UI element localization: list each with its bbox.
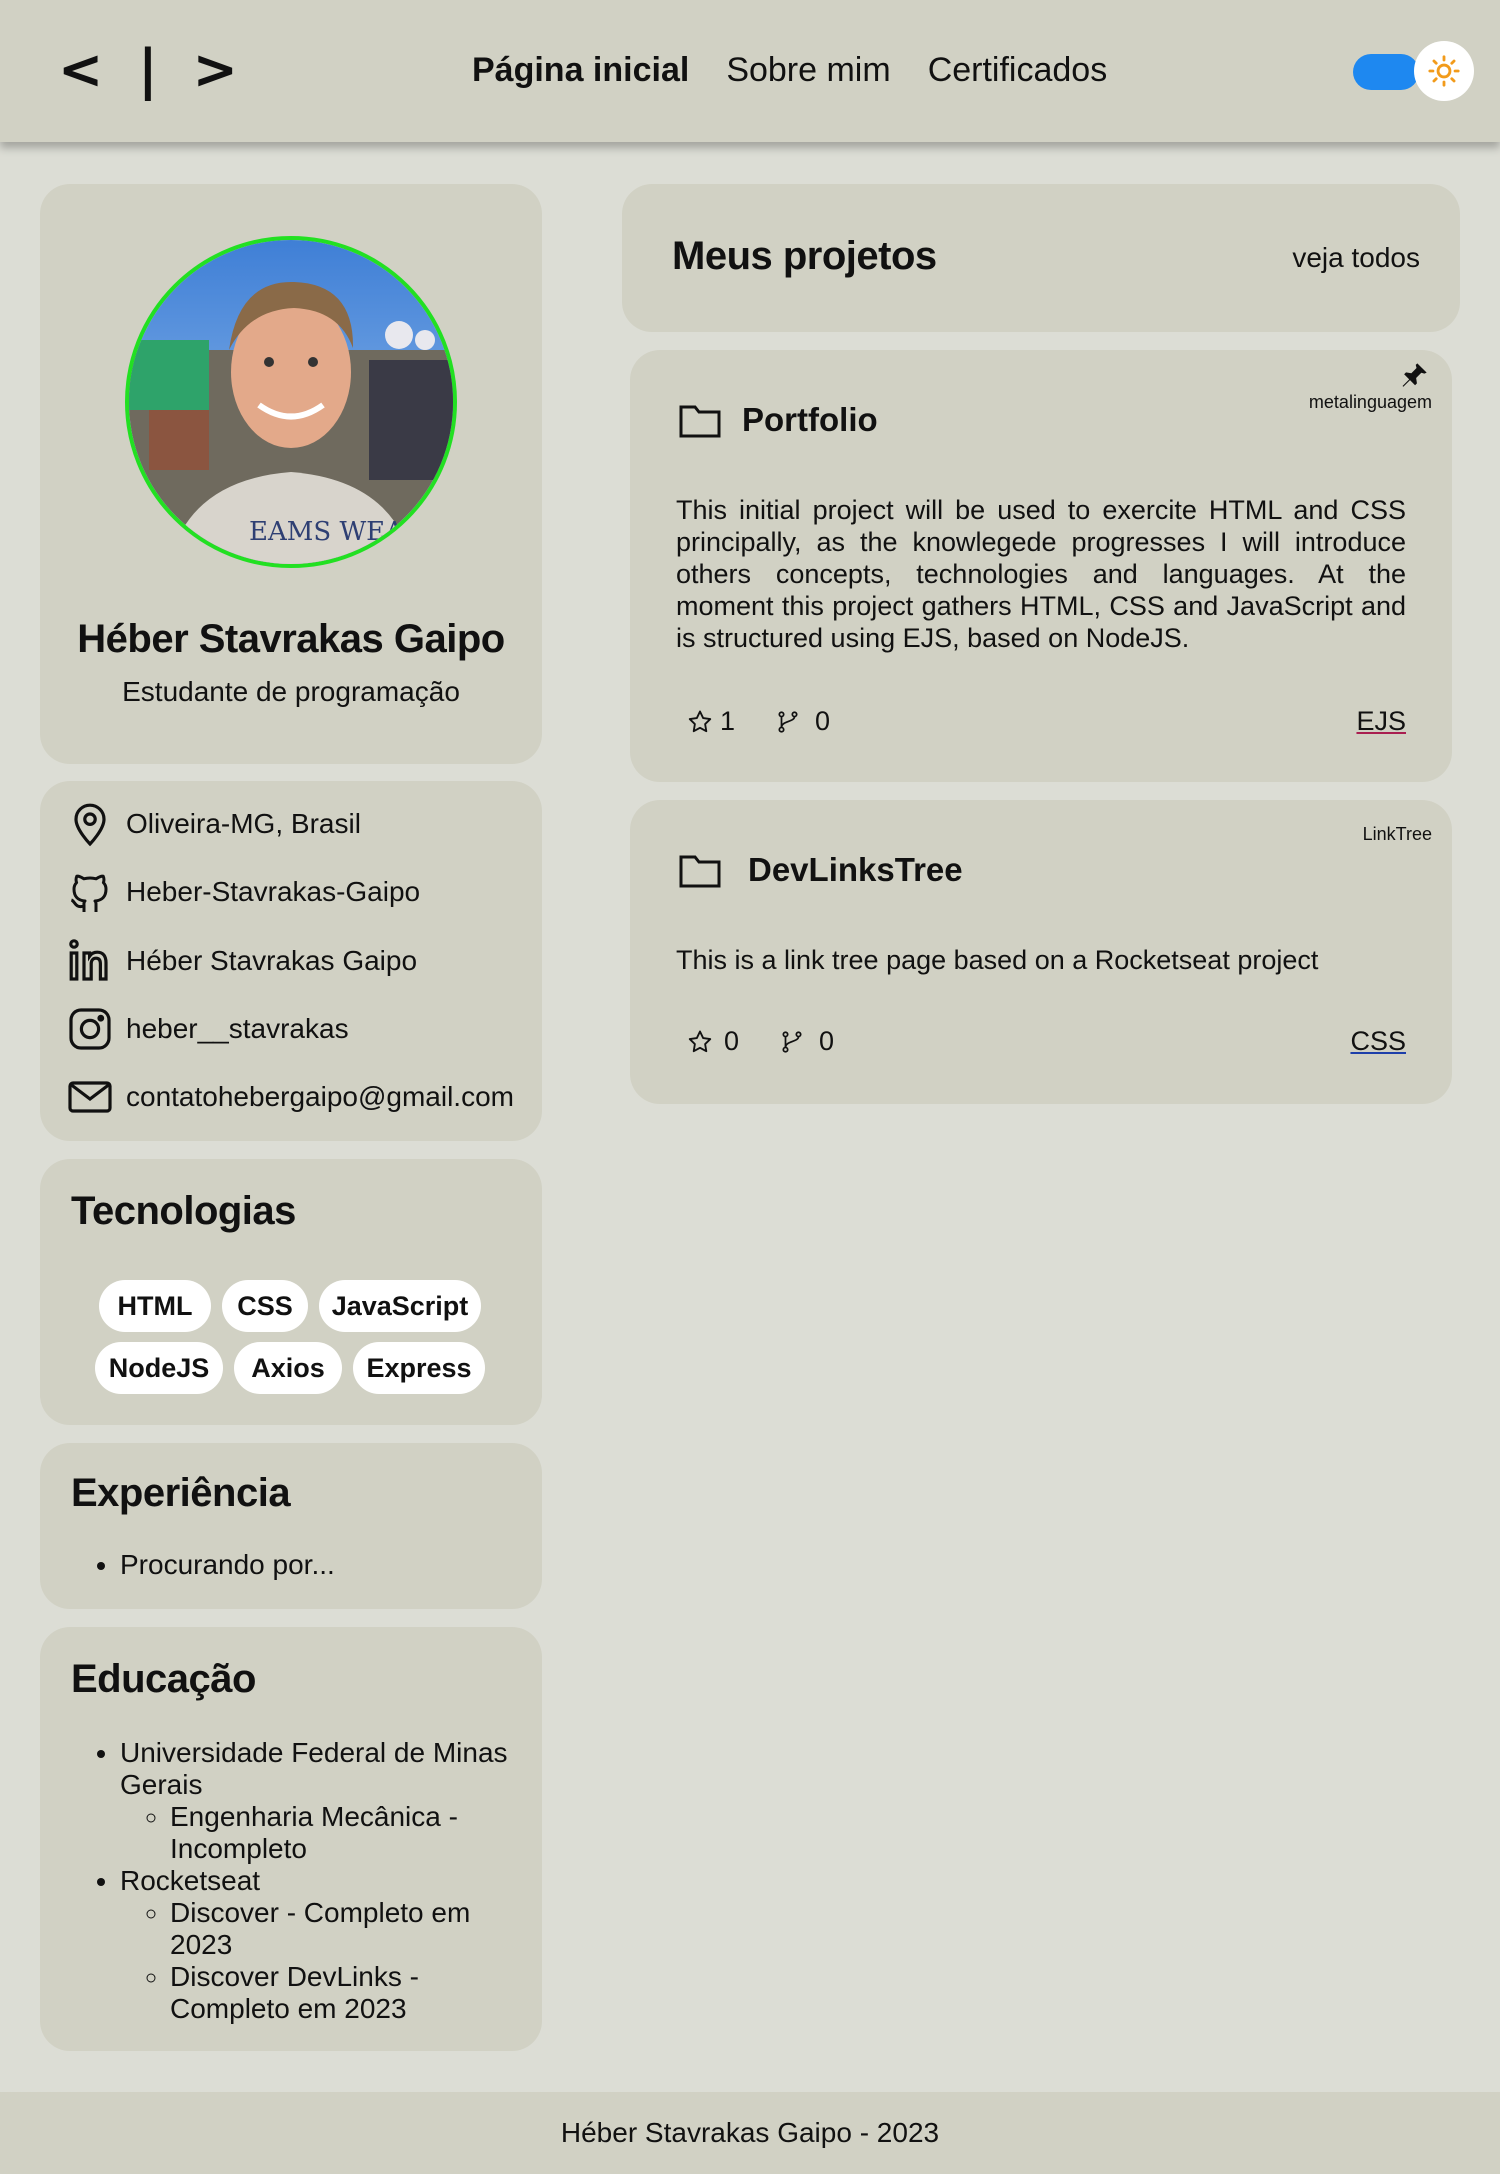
contact-email[interactable]: contatohebergaipo@gmail.com bbox=[66, 1072, 514, 1122]
contacts-card: Oliveira-MG, Brasil Heber-Stavrakas-Gaip… bbox=[40, 781, 542, 1141]
star-icon bbox=[688, 1030, 712, 1052]
instagram-icon bbox=[69, 1008, 111, 1050]
avatar-photo: EAMS WEA bbox=[129, 240, 453, 564]
list-item: Discover DevLinks - Completo em 2023 bbox=[170, 1961, 520, 2025]
education-institution: Universidade Federal de Minas Gerais bbox=[120, 1737, 508, 1800]
technologies-title: Tecnologias bbox=[71, 1189, 296, 1233]
repo-stats: 1 0 bbox=[686, 706, 830, 737]
star-icon bbox=[688, 710, 712, 732]
education-list: Universidade Federal de Minas Gerais Eng… bbox=[120, 1737, 520, 2025]
repo-name[interactable]: DevLinksTree bbox=[748, 851, 963, 889]
pin-icon bbox=[1402, 363, 1427, 387]
linkedin-icon bbox=[69, 939, 108, 981]
repo-title: DevLinksTree bbox=[676, 846, 963, 894]
github-icon bbox=[70, 874, 108, 912]
contact-instagram-text: heber__stavrakas bbox=[126, 1013, 349, 1044]
repo-stars: 1 bbox=[720, 706, 736, 736]
repo-card-devlinkstree[interactable]: LinkTree DevLinksTree This is a link tre… bbox=[630, 800, 1452, 1104]
repo-description: This is a link tree page based on a Rock… bbox=[676, 945, 1319, 975]
contact-location: Oliveira-MG, Brasil bbox=[66, 799, 361, 849]
tech-badge: JavaScript bbox=[319, 1280, 481, 1332]
list-item: Rocketseat Discover - Completo em 2023 D… bbox=[120, 1865, 520, 2025]
contact-instagram[interactable]: heber__stavrakas bbox=[66, 1004, 349, 1054]
avatar: EAMS WEA bbox=[125, 236, 457, 568]
theme-toggle-track[interactable] bbox=[1353, 54, 1419, 90]
fork-icon bbox=[782, 1030, 802, 1053]
theme-toggle-knob[interactable] bbox=[1414, 41, 1474, 101]
repo-language: CSS bbox=[1350, 1026, 1406, 1056]
mail-icon bbox=[68, 1081, 112, 1113]
experience-list: Procurando por... bbox=[120, 1549, 520, 1581]
nav-about[interactable]: Sobre mim bbox=[726, 48, 890, 92]
svg-text:EAMS WEA: EAMS WEA bbox=[249, 517, 405, 547]
contact-linkedin[interactable]: Héber Stavrakas Gaipo bbox=[66, 936, 417, 986]
contact-linkedin-text: Héber Stavrakas Gaipo bbox=[126, 945, 418, 976]
footer-text: Héber Stavrakas Gaipo - 2023 bbox=[560, 2117, 940, 2148]
tech-badge: Express bbox=[353, 1342, 485, 1394]
nav-certificates[interactable]: Certificados bbox=[928, 48, 1108, 92]
tech-badge: CSS bbox=[222, 1280, 308, 1332]
repo-stats: 0 0 bbox=[686, 1026, 834, 1057]
see-all-link[interactable]: veja todos bbox=[1292, 242, 1420, 274]
repo-card-portfolio[interactable]: metalinguagem Portfolio This initial pro… bbox=[630, 350, 1452, 782]
tech-badge: NodeJS bbox=[95, 1342, 223, 1394]
folder-icon bbox=[679, 855, 721, 888]
sun-icon bbox=[1428, 55, 1460, 87]
profile-name: Héber Stavrakas Gaipo bbox=[77, 617, 505, 661]
projects-title: Meus projetos bbox=[672, 234, 937, 278]
education-institution: Rocketseat bbox=[120, 1865, 261, 1896]
repo-language: EJS bbox=[1356, 706, 1406, 736]
repo-title: Portfolio bbox=[676, 396, 878, 444]
profile-role: Estudante de programação bbox=[122, 676, 460, 707]
repo-name[interactable]: Portfolio bbox=[742, 401, 878, 439]
tech-badge: HTML bbox=[99, 1280, 211, 1332]
technologies-card: Tecnologias HTML CSS JavaScript NodeJS A… bbox=[40, 1159, 542, 1425]
repo-topic-tag: LinkTree bbox=[1362, 824, 1432, 844]
education-card: Educação Universidade Federal de Minas G… bbox=[40, 1627, 542, 2051]
fork-icon bbox=[778, 710, 798, 733]
list-item: Discover - Completo em 2023 bbox=[170, 1897, 520, 1961]
repo-topic-tag: metalinguagem bbox=[1308, 392, 1432, 412]
contact-github-text: Heber-Stavrakas-Gaipo bbox=[126, 876, 421, 907]
list-item: Procurando por... bbox=[120, 1549, 520, 1581]
education-title: Educação bbox=[71, 1657, 256, 1701]
projects-header-card: Meus projetos veja todos bbox=[622, 184, 1460, 332]
list-item: Universidade Federal de Minas Gerais Eng… bbox=[120, 1737, 520, 1865]
contact-email-text: contatohebergaipo@gmail.com bbox=[126, 1081, 514, 1112]
main-nav: Página inicial Sobre mim Certificados bbox=[472, 48, 1107, 92]
top-header: < | > Página inicial Sobre mim Certifica… bbox=[0, 0, 1500, 142]
contact-github[interactable]: Heber-Stavrakas-Gaipo bbox=[66, 867, 420, 917]
repo-forks: 0 bbox=[819, 1026, 835, 1056]
tech-badge: Axios bbox=[234, 1342, 342, 1394]
experience-card: Experiência Procurando por... bbox=[40, 1443, 542, 1609]
site-logo[interactable]: < | > bbox=[58, 38, 246, 102]
list-item: Engenharia Mecânica - Incompleto bbox=[170, 1801, 520, 1865]
contact-location-text: Oliveira-MG, Brasil bbox=[126, 808, 361, 839]
repo-stars: 0 bbox=[724, 1026, 740, 1056]
repo-forks: 0 bbox=[815, 706, 831, 736]
location-pin-icon bbox=[74, 803, 106, 847]
page-footer: Héber Stavrakas Gaipo - 2023 bbox=[0, 2092, 1500, 2174]
profile-card: EAMS WEA Héber Stavrakas Gaipo Estudante… bbox=[40, 184, 542, 764]
experience-title: Experiência bbox=[71, 1471, 291, 1515]
repo-description: This initial project will be used to exe… bbox=[676, 495, 1406, 653]
folder-icon bbox=[679, 405, 721, 438]
nav-home[interactable]: Página inicial bbox=[472, 48, 689, 92]
